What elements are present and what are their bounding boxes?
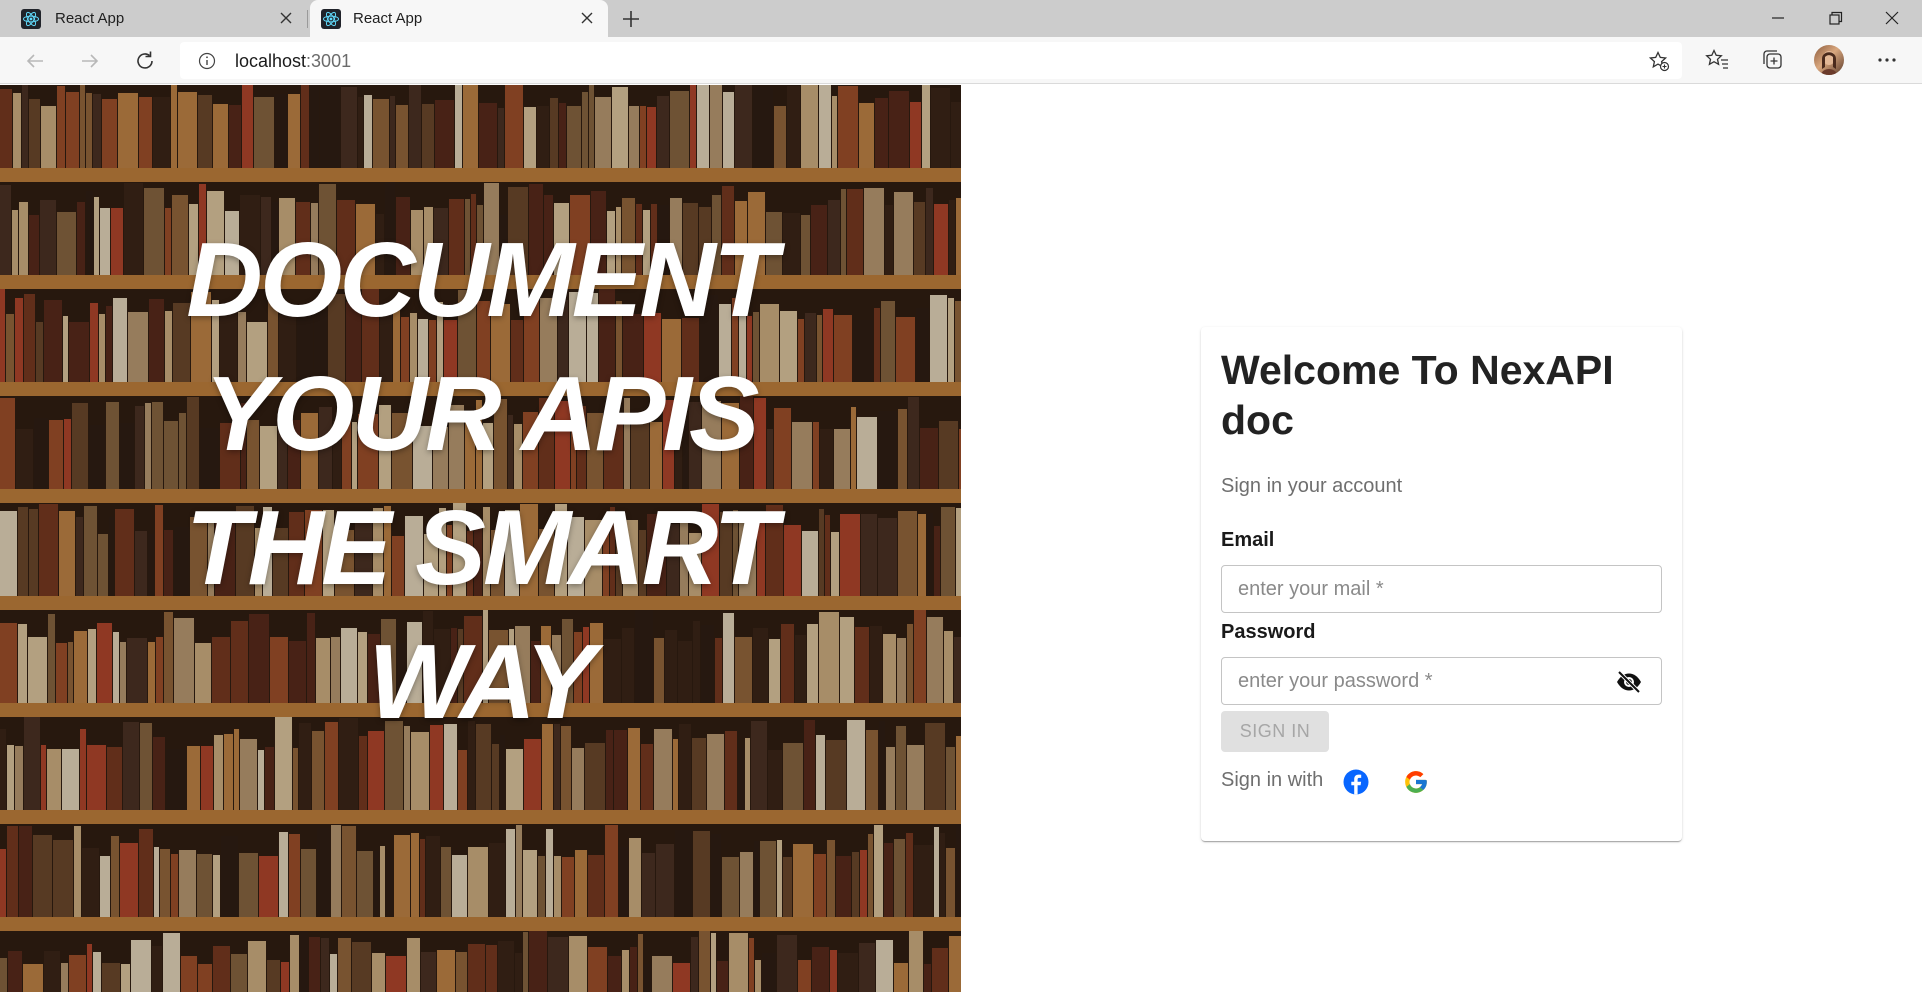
close-icon[interactable] [278, 10, 294, 26]
hero-panel: DOCUMENT YOUR APIS THE SMART WAY [0, 85, 961, 992]
minimize-icon[interactable] [1766, 6, 1790, 30]
hero-headline: DOCUMENT YOUR APIS THE SMART WAY [0, 213, 961, 749]
hero-line: YOUR APIS [204, 355, 759, 473]
sign-in-with-label: Sign in with [1221, 769, 1324, 791]
visibility-off-icon[interactable] [1615, 670, 1643, 694]
add-favorite-icon[interactable] [1648, 50, 1670, 72]
tab-divider [307, 10, 308, 28]
address-toolbar: localhost:3001 [0, 37, 1922, 84]
sign-in-button[interactable]: SIGN IN [1221, 711, 1329, 752]
more-menu-icon[interactable] [1874, 47, 1900, 73]
hero-line: THE SMART [185, 489, 778, 607]
url-port: :3001 [306, 51, 352, 71]
profile-photo [1821, 51, 1837, 75]
info-icon[interactable] [198, 52, 216, 70]
email-field[interactable] [1222, 566, 1661, 612]
reload-icon[interactable] [131, 47, 159, 75]
card-subtitle: Sign in your account [1221, 475, 1403, 497]
email-label: Email [1221, 529, 1275, 551]
facebook-icon[interactable] [1343, 769, 1369, 795]
window-close-icon[interactable] [1880, 6, 1904, 30]
page-title: Welcome To NexAPI doc [1221, 347, 1614, 443]
hero-line: DOCUMENT [186, 221, 777, 339]
url-bar[interactable]: localhost:3001 [180, 42, 1682, 79]
favorites-icon[interactable] [1704, 47, 1730, 73]
login-card: Welcome To NexAPI doc Sign in your accou… [1201, 327, 1682, 841]
tab-title: React App [353, 10, 423, 27]
tab-title: React App [55, 10, 125, 27]
browser-tab[interactable]: React App [0, 0, 307, 37]
browser-tab-active[interactable]: React App [310, 0, 608, 37]
password-label: Password [1221, 621, 1316, 643]
forward-arrow-icon[interactable] [76, 47, 104, 75]
new-tab-icon[interactable] [620, 8, 642, 30]
avatar[interactable] [1814, 45, 1844, 75]
back-arrow-icon[interactable] [21, 47, 49, 75]
hero-line: WAY [368, 623, 596, 741]
url-text: localhost:3001 [235, 51, 351, 72]
restore-icon[interactable] [1823, 6, 1847, 30]
react-logo-icon [321, 9, 341, 29]
close-icon[interactable] [579, 10, 595, 26]
password-field[interactable] [1222, 658, 1661, 704]
url-host: localhost [235, 51, 307, 71]
collections-icon[interactable] [1760, 47, 1786, 73]
browser-tab-bar: React App React App [0, 0, 1922, 37]
email-field-wrapper [1221, 565, 1662, 613]
react-logo-icon [21, 9, 41, 29]
password-field-wrapper [1221, 657, 1662, 705]
google-icon[interactable] [1403, 769, 1429, 795]
